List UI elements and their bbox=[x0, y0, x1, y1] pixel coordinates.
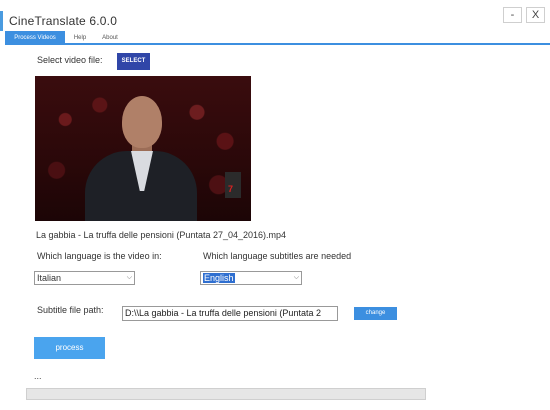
change-path-button[interactable]: change bbox=[354, 307, 397, 320]
source-language-label: Which language is the video in: bbox=[37, 251, 162, 261]
window-title: CineTranslate 6.0.0 bbox=[9, 14, 118, 28]
close-button[interactable]: X bbox=[526, 7, 545, 23]
app-window: CineTranslate 6.0.0 - X Process Videos H… bbox=[0, 0, 550, 410]
status-text: ... bbox=[34, 371, 42, 381]
channel-logo-icon bbox=[41, 82, 59, 96]
tab-about[interactable]: About bbox=[96, 31, 124, 45]
subtitle-path-input[interactable]: D:\\La gabbia - La truffa delle pensioni… bbox=[122, 306, 338, 321]
process-button[interactable]: process bbox=[34, 337, 105, 359]
subtitle-path-label: Subtitle file path: bbox=[37, 305, 104, 315]
tab-help[interactable]: Help bbox=[69, 31, 91, 45]
video-filename: La gabbia - La truffa delle pensioni (Pu… bbox=[36, 230, 287, 240]
chevron-down-icon: ⌵ bbox=[293, 274, 299, 281]
tab-process-videos[interactable]: Process Videos bbox=[5, 31, 65, 45]
select-video-label: Select video file: bbox=[37, 55, 103, 65]
minimize-button[interactable]: - bbox=[503, 7, 522, 23]
title-accent-bar bbox=[0, 11, 3, 31]
target-language-select[interactable]: English ⌵ bbox=[200, 271, 302, 285]
tab-bar: Process Videos Help About bbox=[5, 31, 550, 45]
target-language-label: Which language subtitles are needed bbox=[203, 251, 352, 261]
video-presenter-head bbox=[122, 96, 162, 148]
progress-bar bbox=[26, 388, 426, 400]
chevron-down-icon: ⌵ bbox=[126, 274, 132, 281]
source-language-value: Italian bbox=[37, 273, 62, 283]
la7-logo-icon: 7 bbox=[228, 184, 234, 194]
source-language-select[interactable]: Italian ⌵ bbox=[34, 271, 135, 285]
select-video-button[interactable]: SELECT bbox=[117, 53, 150, 70]
target-language-value: English bbox=[203, 273, 235, 283]
video-preview: 7 bbox=[35, 76, 251, 221]
